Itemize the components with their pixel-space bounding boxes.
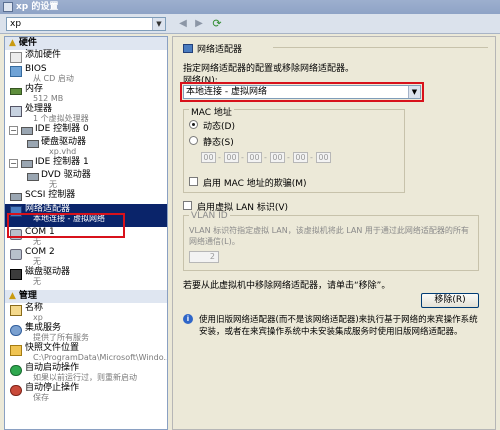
sidebar-item-integration-services[interactable]: 集成服务 提供了所有服务	[5, 323, 167, 343]
sidebar-item-auto-start[interactable]: 自动启动操作 如果以前运行过，则重新启动	[5, 363, 167, 383]
sidebar-item-dvd-drive[interactable]: DVD 驱动器 无	[5, 170, 167, 190]
mac-dynamic-label: 动态(D)	[203, 122, 235, 132]
dvd-drive-icon	[27, 173, 39, 181]
mac-dynamic-radio[interactable]	[189, 120, 198, 129]
sidebar-item-hard-drive[interactable]: 硬盘驱动器 xp.vhd	[5, 137, 167, 157]
sidebar-item-add-hardware[interactable]: 添加硬件	[5, 50, 167, 64]
ide-controller-icon	[21, 160, 33, 168]
folder-icon	[10, 345, 22, 356]
vlan-id-input[interactable]: 2	[189, 251, 219, 263]
mac-field-2[interactable]: 00	[224, 152, 239, 163]
mac-field-4[interactable]: 00	[270, 152, 285, 163]
sidebar-item-ide-controller-1[interactable]: − IDE 控制器 1	[5, 157, 167, 170]
sidebar-item-bios[interactable]: BIOS 从 CD 启动	[5, 64, 167, 84]
sidebar-item-ide-controller-0[interactable]: − IDE 控制器 0	[5, 124, 167, 137]
toolbar: xp ▼ ◀ ▶ ⟳	[0, 14, 500, 34]
mac-spoofing-label: 启用 MAC 地址的欺骗(M)	[203, 179, 307, 189]
sidebar-item-snapshot-location[interactable]: 快照文件位置 C:\ProgramData\Microsoft\Windo...	[5, 343, 167, 363]
section-title: 网络适配器	[183, 42, 242, 55]
info-icon: i	[183, 314, 193, 324]
network-adapter-icon	[10, 206, 22, 217]
mac-static-label: 静态(S)	[203, 138, 234, 148]
highlight-outline	[180, 82, 424, 102]
network-adapter-panel: 网络适配器 指定网络适配器的配置或移除网络适配器。 网络(N): 本地连接 - …	[172, 36, 496, 430]
settings-window-icon	[3, 2, 13, 12]
add-hardware-icon	[10, 52, 22, 63]
ide-controller-icon	[21, 127, 33, 135]
mac-separator: -	[241, 153, 244, 162]
vm-select[interactable]: xp ▼	[6, 17, 166, 31]
vlan-enable-checkbox[interactable]	[183, 201, 192, 210]
info-text-line-1: 使用旧版网络适配器(而不是该网络适配器)来执行基于网络的来宾操作系统	[199, 315, 478, 325]
mac-spoofing-checkbox[interactable]	[189, 177, 198, 186]
sidebar-item-name[interactable]: 名称 xp	[5, 303, 167, 323]
mac-address-title: MAC 地址	[189, 105, 234, 118]
mac-separator: -	[264, 153, 267, 162]
sidebar-item-memory[interactable]: 内存 512 MB	[5, 84, 167, 104]
remove-hint-text: 若要从此虚拟机中移除网络适配器，请单击“移除”。	[183, 281, 391, 291]
settings-tree: ▲ 硬件 添加硬件 BIOS 从 CD 启动 内存 512 MB 处理器 1 个虚…	[4, 36, 168, 430]
mac-static-radio[interactable]	[189, 136, 198, 145]
sidebar-item-com2[interactable]: COM 2 无	[5, 247, 167, 267]
chevron-down-icon[interactable]: ▼	[152, 18, 165, 30]
bios-icon	[10, 66, 22, 77]
auto-stop-icon	[10, 385, 22, 396]
star-icon: ▲	[9, 291, 16, 301]
mac-field-1[interactable]: 00	[201, 152, 216, 163]
back-arrow-icon[interactable]: ◀	[176, 17, 190, 31]
sidebar-item-floppy-drive[interactable]: 磁盘驱动器 无	[5, 267, 167, 287]
sidebar-item-com1[interactable]: COM 1 无	[5, 227, 167, 247]
sidebar-item-network-adapter[interactable]: 网络适配器 本地连接 - 虚拟网络	[5, 204, 167, 227]
hardware-section-header[interactable]: ▲ 硬件	[5, 37, 167, 50]
com-port-icon	[10, 229, 22, 240]
mac-separator: -	[310, 153, 313, 162]
floppy-drive-icon	[10, 269, 22, 280]
mac-field-6[interactable]: 00	[316, 152, 331, 163]
auto-start-icon	[10, 365, 22, 376]
name-icon	[10, 305, 22, 316]
sidebar-item-processor[interactable]: 处理器 1 个虚拟处理器	[5, 104, 167, 124]
vlan-description-line-2: 网络通信(L)。	[189, 237, 240, 246]
vlan-description-line-1: VLAN 标识符指定虚拟 LAN，该虚拟机将此 LAN 用于通过此网络适配器的所…	[189, 226, 469, 235]
section-divider	[273, 47, 488, 48]
processor-icon	[10, 106, 22, 117]
star-icon: ▲	[9, 38, 16, 48]
management-section-header[interactable]: ▲ 管理	[5, 290, 167, 303]
hard-drive-icon	[27, 140, 39, 148]
window-title: xp 的设置	[16, 2, 59, 12]
mac-separator: -	[218, 153, 221, 162]
integration-services-icon	[10, 325, 22, 336]
com-port-icon	[10, 249, 22, 260]
window-title-bar: xp 的设置	[0, 0, 500, 14]
collapse-icon[interactable]: −	[9, 126, 18, 135]
mac-field-5[interactable]: 00	[293, 152, 308, 163]
mac-separator: -	[287, 153, 290, 162]
info-text-line-2: 安装，或者在来宾操作系统中未安装集成服务时使用旧版网络适配器。	[199, 327, 463, 337]
memory-icon	[10, 88, 22, 95]
vlan-id-title: VLAN ID	[189, 211, 230, 221]
forward-arrow-icon[interactable]: ▶	[192, 17, 206, 31]
remove-button[interactable]: 移除(R)	[421, 293, 479, 308]
sidebar-item-scsi-controller[interactable]: SCSI 控制器	[5, 190, 167, 204]
mac-field-3[interactable]: 00	[247, 152, 262, 163]
network-adapter-icon	[183, 44, 193, 53]
vm-select-value: xp	[10, 19, 22, 29]
sidebar-item-auto-stop[interactable]: 自动停止操作 保存	[5, 383, 167, 403]
refresh-icon[interactable]: ⟳	[210, 17, 224, 31]
collapse-icon[interactable]: −	[9, 159, 18, 168]
scsi-controller-icon	[10, 193, 22, 201]
